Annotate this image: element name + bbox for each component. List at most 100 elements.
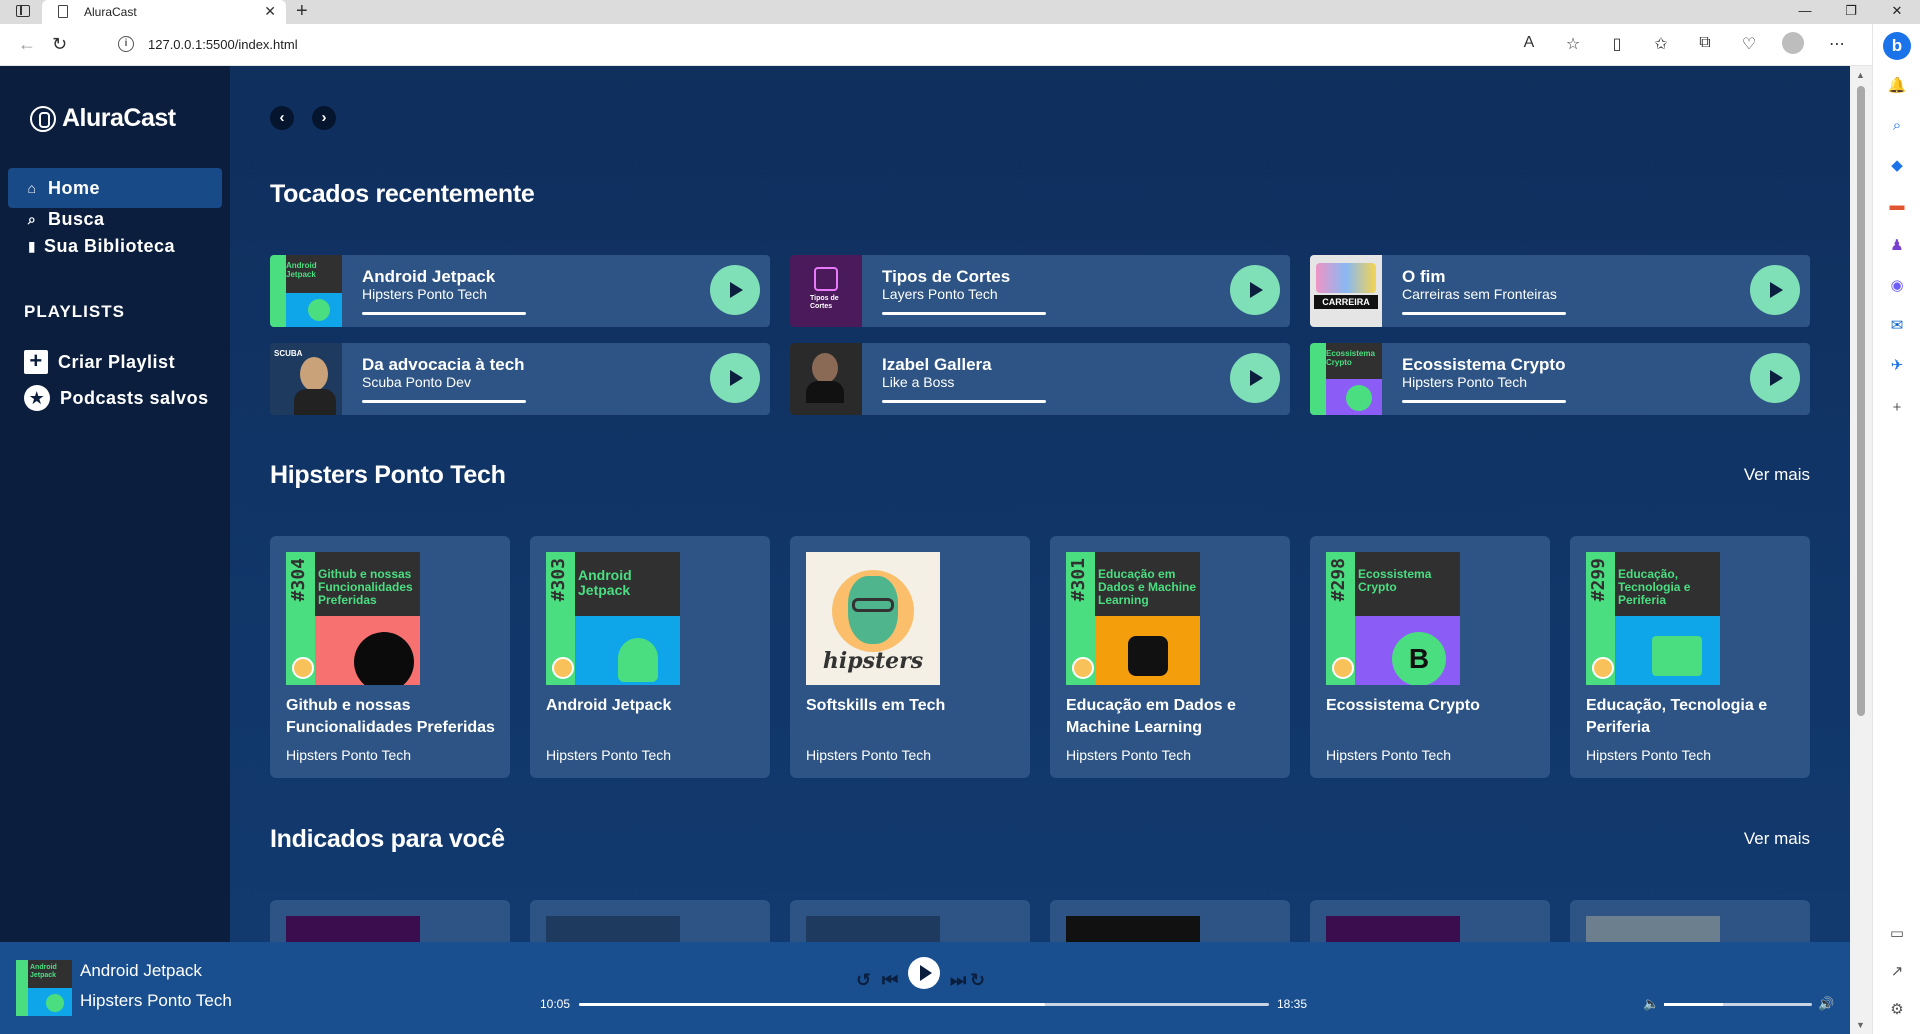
podcast-card[interactable]: #299 Educação, Tecnologia e Periferia Ed… — [1570, 536, 1810, 778]
tools-icon[interactable]: ▬ — [1887, 196, 1907, 216]
external-link-icon[interactable]: ↗ — [1887, 962, 1907, 982]
favorite-icon[interactable]: ☆ — [1562, 34, 1584, 56]
info-icon[interactable]: i — [118, 36, 134, 52]
recent-card[interactable]: Tipos de Cortes Tipos de Cortes Layers Po… — [790, 255, 1290, 327]
url-text[interactable]: 127.0.0.1:5500/index.html — [148, 37, 298, 52]
refresh-icon[interactable]: ↻ — [52, 34, 67, 55]
scroll-up-icon[interactable]: ▲ — [1856, 70, 1865, 80]
minimize-icon[interactable]: — — [1782, 0, 1828, 24]
ver-mais-link[interactable]: Ver mais — [1744, 465, 1810, 485]
recent-card[interactable]: Ecossistema Crypto Ecossistema Crypto Hip… — [1310, 343, 1810, 415]
profile-avatar[interactable] — [1782, 32, 1804, 54]
podcast-card[interactable]: hipsters Softskills em Tech Hipsters Pon… — [790, 536, 1030, 778]
browser-essentials-icon[interactable]: ♡ — [1738, 34, 1760, 56]
scroll-thumb[interactable] — [1857, 86, 1865, 716]
forward-arrow-button[interactable]: › — [312, 106, 336, 130]
next-icon[interactable]: ⏭ — [950, 970, 966, 991]
plus-icon: + — [24, 350, 48, 374]
back-arrow-button[interactable]: ‹ — [270, 106, 294, 130]
settings-icon[interactable]: ⚙ — [1887, 1000, 1907, 1020]
star-icon: ★ — [24, 385, 50, 411]
scroll-down-icon[interactable]: ▼ — [1856, 1020, 1865, 1030]
sidebar-item-label: Home — [48, 177, 101, 198]
collections-icon[interactable]: ⧉ — [1694, 34, 1716, 56]
playlist-label: Podcasts salvos — [60, 387, 209, 408]
url-field[interactable]: i 127.0.0.1:5500/index.html — [108, 30, 1588, 60]
split-screen-icon[interactable]: ▯ — [1606, 34, 1628, 56]
microsoft365-icon[interactable]: ◉ — [1887, 276, 1907, 296]
recent-progress — [1402, 312, 1566, 315]
previous-icon[interactable]: ⏮ — [882, 970, 898, 991]
podcast-cover: Android Jetpack — [270, 255, 342, 327]
new-tab-icon[interactable]: + — [296, 0, 308, 23]
play-button[interactable] — [710, 265, 760, 315]
podcast-card[interactable]: #304 Github e nossas Funcionalidades Pre… — [270, 536, 510, 778]
edge-sidebar: b 🔔 ⌕ ◆ ▬ ♟ ◉ ✉ ✈ + ▭ ↗ ⚙ — [1872, 24, 1920, 1034]
add-icon[interactable]: + — [1887, 398, 1907, 418]
recent-title: Ecossistema Crypto — [1402, 355, 1566, 374]
shopping-icon[interactable]: ◆ — [1887, 156, 1907, 176]
now-playing-title: Android Jetpack — [80, 961, 202, 980]
tab-actions-icon[interactable] — [16, 5, 30, 17]
progress-fill — [579, 1003, 1045, 1006]
recent-card[interactable]: SCUBA Da advocacia à tech Scuba Ponto De… — [270, 343, 770, 415]
create-playlist-button[interactable]: + Criar Playlist — [24, 350, 175, 374]
logo[interactable]: AluraCast — [30, 104, 176, 133]
close-window-icon[interactable]: ✕ — [1874, 0, 1920, 24]
recent-card[interactable]: Android Jetpack Android Jetpack Hipsters … — [270, 255, 770, 327]
sidebar-toggle-icon[interactable]: ▭ — [1887, 924, 1907, 944]
sidebar-item-busca[interactable]: ⌕ Busca — [8, 206, 222, 232]
volume-slider[interactable] — [1664, 1003, 1812, 1006]
now-playing-artist: Hipsters Ponto Tech — [80, 991, 232, 1010]
volume-high-icon[interactable]: 🔊 — [1818, 996, 1834, 1012]
recent-subtitle: Carreiras sem Fronteiras — [1402, 286, 1557, 302]
progress-slider[interactable] — [579, 1003, 1269, 1006]
search-icon: ⌕ — [27, 210, 37, 227]
outlook-icon[interactable]: ✉ — [1887, 316, 1907, 336]
sidebar-item-home[interactable]: ⌂ Home — [8, 168, 222, 208]
rewind-icon[interactable]: ↺ — [856, 970, 871, 991]
play-button[interactable] — [1230, 265, 1280, 315]
recent-progress — [362, 312, 526, 315]
podcast-cover: Tipos de Cortes — [790, 255, 862, 327]
podcast-cover: #303 Android Jetpack — [546, 552, 680, 685]
podcast-card[interactable]: #303 Android Jetpack Android Jetpack Hip… — [530, 536, 770, 778]
player-bar: Android Jetpack Android Jetpack Hipsters … — [0, 942, 1850, 1034]
podcast-cover: SCUBA — [270, 343, 342, 415]
volume-low-icon[interactable]: 🔈 — [1643, 996, 1659, 1012]
recent-card[interactable]: Izabel Gallera Like a Boss — [790, 343, 1290, 415]
podcast-cover — [790, 343, 862, 415]
podcast-title: Ecossistema Crypto — [1326, 697, 1480, 714]
page-scrollbar[interactable]: ▲ ▼ — [1850, 66, 1872, 1034]
podcast-card[interactable]: #301 Educação em Dados e Machine Learnin… — [1050, 536, 1290, 778]
copilot-icon[interactable]: b — [1883, 32, 1911, 60]
play-button[interactable] — [1750, 353, 1800, 403]
podcast-title: Educação em Dados e Machine Learning — [1066, 697, 1236, 736]
read-aloud-icon[interactable]: A — [1518, 34, 1540, 56]
forward-icon[interactable]: ↻ — [970, 970, 985, 991]
games-icon[interactable]: ♟ — [1887, 236, 1907, 256]
play-button[interactable] — [1750, 265, 1800, 315]
play-button[interactable] — [1230, 353, 1280, 403]
more-icon[interactable]: ⋯ — [1826, 34, 1848, 56]
recent-progress — [882, 400, 1046, 403]
podcast-cover: #301 Educação em Dados e Machine Learnin… — [1066, 552, 1200, 685]
drop-icon[interactable]: ✈ — [1887, 356, 1907, 376]
browser-tab[interactable]: AluraCast ✕ — [42, 0, 286, 24]
notification-icon[interactable]: 🔔 — [1887, 76, 1907, 96]
recent-subtitle: Scuba Ponto Dev — [362, 374, 471, 390]
ver-mais-link[interactable]: Ver mais — [1744, 829, 1810, 849]
play-pause-button[interactable] — [908, 957, 940, 989]
favorites-icon[interactable]: ✩ — [1650, 34, 1672, 56]
podcast-author: Hipsters Ponto Tech — [1326, 747, 1452, 763]
close-tab-icon[interactable]: ✕ — [264, 3, 276, 20]
play-button[interactable] — [710, 353, 760, 403]
back-icon[interactable]: ← — [18, 34, 36, 55]
search-icon[interactable]: ⌕ — [1887, 116, 1907, 136]
maximize-icon[interactable]: ❐ — [1828, 0, 1874, 24]
saved-podcasts-button[interactable]: ★ Podcasts salvos — [24, 385, 209, 411]
sidebar-item-biblioteca[interactable]: ▮ Sua Biblioteca — [8, 233, 222, 259]
podcast-card[interactable]: #298 Ecossistema Crypto B Ecossistema Cr… — [1310, 536, 1550, 778]
recent-card[interactable]: CARREIRA O fim Carreiras sem Fronteiras — [1310, 255, 1810, 327]
playlist-label: Criar Playlist — [58, 351, 176, 372]
